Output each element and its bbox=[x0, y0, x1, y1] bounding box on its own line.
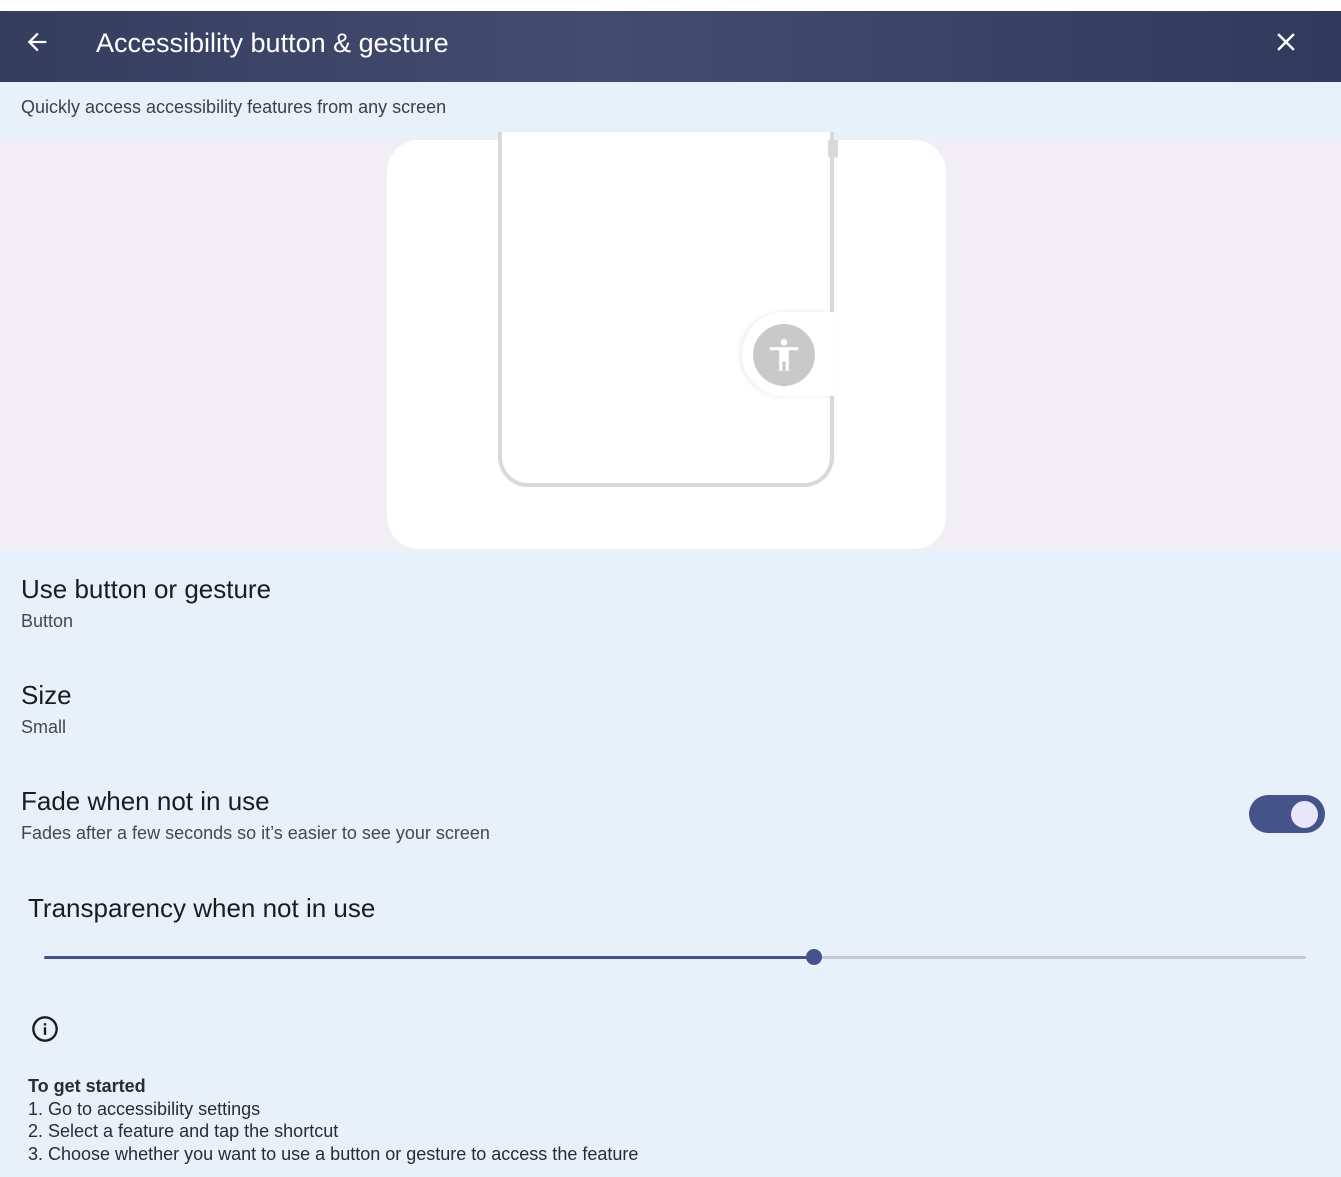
pref-summary: Button bbox=[21, 611, 74, 631]
app-bar: Accessibility button & gesture bbox=[0, 11, 1341, 82]
page-title: Accessibility button & gesture bbox=[96, 28, 449, 58]
use-button-or-gesture-item[interactable]: Use button or gesture Button bbox=[0, 560, 1341, 660]
back-button[interactable] bbox=[22, 27, 52, 57]
fade-when-not-in-use-item[interactable]: Fade when not in use Fades after a few s… bbox=[0, 772, 1341, 872]
close-button[interactable] bbox=[1270, 26, 1302, 58]
pref-title: Use button or gesture bbox=[21, 574, 272, 604]
transparency-slider[interactable] bbox=[44, 949, 1306, 965]
slider-active-track bbox=[44, 956, 814, 959]
footer-step: 2. Select a feature and tap the shortcut bbox=[28, 1121, 339, 1141]
toggle-knob bbox=[1291, 801, 1318, 828]
status-strip bbox=[0, 0, 1341, 11]
size-item[interactable]: Size Small bbox=[0, 666, 1341, 766]
illustration-card bbox=[387, 132, 946, 549]
pref-title: Size bbox=[21, 680, 72, 710]
footer-step: 1. Go to accessibility settings bbox=[28, 1098, 261, 1119]
phone-side-button bbox=[828, 140, 838, 158]
footer-step: 3. Choose whether you want to use a butt… bbox=[28, 1143, 639, 1164]
transparency-title: Transparency when not in use bbox=[28, 893, 376, 923]
accessibility-icon bbox=[753, 324, 815, 386]
pref-title: Fade when not in use bbox=[21, 786, 270, 816]
illustration-area bbox=[0, 132, 1341, 549]
arrow-back-icon bbox=[27, 32, 47, 52]
getting-started-footer: To get started 1. Go to accessibility se… bbox=[28, 1075, 638, 1165]
close-icon bbox=[1277, 33, 1295, 51]
footer-heading: To get started bbox=[28, 1076, 146, 1096]
pref-summary: Small bbox=[21, 717, 67, 737]
page-subtitle: Quickly access accessibility features fr… bbox=[21, 97, 447, 117]
slider-thumb[interactable] bbox=[805, 949, 822, 965]
pref-summary: Fades after a few seconds so it’s easier… bbox=[21, 823, 490, 843]
fade-toggle-switch[interactable] bbox=[1249, 795, 1325, 833]
info-icon bbox=[32, 1016, 58, 1042]
phone-outline bbox=[498, 132, 834, 487]
